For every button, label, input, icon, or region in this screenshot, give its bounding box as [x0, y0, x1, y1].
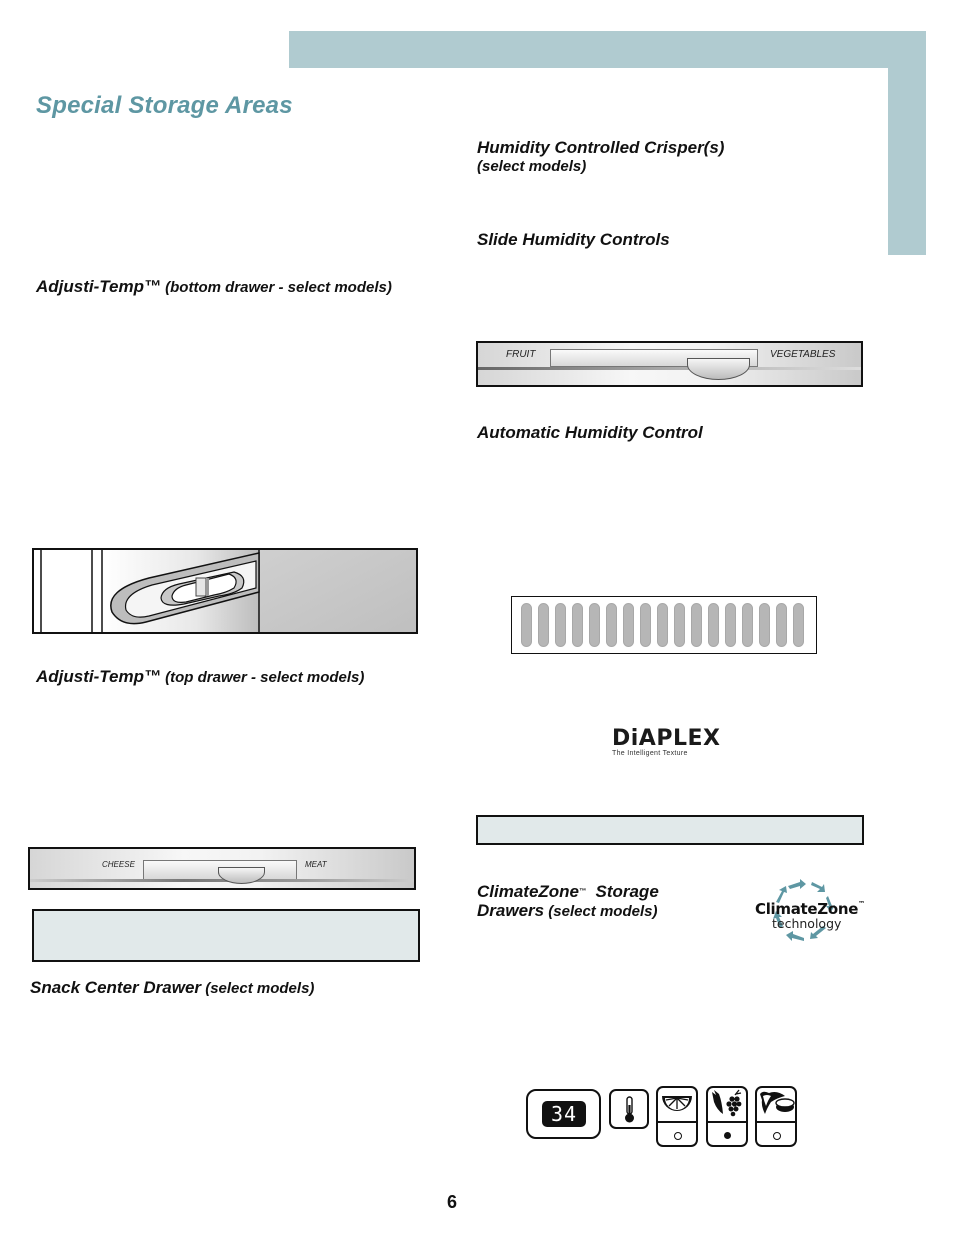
button-divider: [708, 1121, 746, 1123]
drawer-slider-graphic: [40, 550, 416, 632]
humidity-vent-illustration: [511, 596, 817, 654]
meat-cheese-mode-button[interactable]: [755, 1086, 797, 1147]
diaplex-tagline: The Intelligent Texture: [612, 750, 688, 757]
header-accent-bar: [289, 31, 926, 68]
adjusti-temp-bottom-illustration: [32, 548, 418, 634]
heading-text: ClimateZone: [477, 882, 580, 901]
heading-text: Adjusti-Temp: [36, 277, 144, 296]
snack-center-heading: Snack Center Drawer (select models): [30, 978, 430, 998]
vent-slot: [775, 603, 788, 647]
adjusti-temp-bottom-heading: Adjusti-Temp™ (bottom drawer - select mo…: [36, 277, 416, 297]
heading-text: Adjusti-Temp: [36, 667, 144, 686]
page-title: Special Storage Areas: [36, 92, 293, 119]
heading-text-line2: Drawers: [477, 901, 545, 920]
crisper-note-box: [476, 815, 864, 845]
vent-slot: [707, 603, 720, 647]
fruit-vegetables-slider-knob[interactable]: [687, 358, 750, 380]
diaplex-wordmark: DiAPLEX: [612, 726, 721, 751]
vent-slot: [605, 603, 618, 647]
heading-text: Humidity Controlled Crisper(s): [477, 138, 725, 157]
vent-slot: [758, 603, 771, 647]
vent-slot: [521, 603, 533, 647]
produce-icon: [712, 1089, 742, 1117]
logo-trademark: ™: [858, 900, 865, 908]
display-screen: 34: [542, 1101, 586, 1127]
vent-slot: [554, 603, 567, 647]
citrus-slice-icon: [662, 1096, 692, 1111]
trademark: ™: [143, 667, 161, 686]
indicator-on: [724, 1132, 731, 1139]
meat-cheese-icon: [760, 1091, 795, 1114]
automatic-humidity-heading: Automatic Humidity Control: [477, 423, 703, 442]
thermometer-icon: [625, 1096, 634, 1123]
vent-slot: [639, 603, 652, 647]
heading-subtext: (bottom drawer - select models): [160, 279, 392, 296]
vent-slot: [792, 603, 805, 647]
slide-humidity-heading: Slide Humidity Controls: [477, 230, 670, 249]
indicator-off: [674, 1132, 682, 1140]
vent-slot: [673, 603, 686, 647]
heading-text: Snack Center Drawer: [30, 978, 202, 997]
diaplex-logo: DiAPLEX The Intelligent Texture: [612, 726, 721, 758]
fruit-label: FRUIT: [506, 349, 536, 360]
slider-rail: [478, 367, 861, 370]
citrus-mode-button[interactable]: [656, 1086, 698, 1147]
climatezone-logo-sub: technology: [772, 916, 842, 931]
indicator-off: [773, 1132, 781, 1140]
heading-subtext: (top drawer - select models): [160, 669, 365, 686]
meat-label: MEAT: [305, 860, 327, 869]
vent-slot: [571, 603, 584, 647]
heading-subtext: (select models): [201, 980, 315, 997]
climatezone-heading: ClimateZone™ Storage Drawers (select mod…: [477, 882, 737, 921]
vent-slot: [741, 603, 754, 647]
vent-slot: [588, 603, 601, 647]
heading-subtext: (select models): [477, 158, 587, 175]
temperature-display: 34: [526, 1089, 601, 1139]
vent-slot: [724, 603, 737, 647]
adjusti-temp-top-heading: Adjusti-Temp™ (top drawer - select model…: [36, 667, 436, 687]
produce-mode-button[interactable]: [706, 1086, 748, 1147]
vent-slot: [656, 603, 669, 647]
trademark: ™: [143, 277, 161, 296]
vent-slots: [521, 603, 805, 647]
button-divider: [757, 1121, 795, 1123]
cheese-meat-slider-panel: CHEESE MEAT: [28, 847, 416, 890]
vent-slot: [622, 603, 635, 647]
vent-slot: [690, 603, 703, 647]
page-number: 6: [447, 1192, 458, 1212]
heading-text-tail: Storage: [586, 882, 659, 901]
vegetables-label: VEGETABLES: [770, 349, 836, 360]
side-accent-tab: [888, 31, 926, 255]
fruit-vegetables-slider-panel: FRUIT VEGETABLES: [476, 341, 863, 387]
heading-subtext: (select models): [544, 903, 658, 920]
climatezone-logo: ClimateZone™ technology: [748, 878, 868, 944]
cheese-label: CHEESE: [102, 860, 135, 869]
button-divider: [658, 1121, 696, 1123]
crisper-heading: Humidity Controlled Crisper(s) (select m…: [477, 138, 857, 176]
display-value: 34: [550, 1102, 578, 1126]
adjusti-temp-note-box: [32, 909, 420, 962]
trademark: ™: [579, 888, 587, 895]
vent-slot: [537, 603, 550, 647]
temperature-button[interactable]: [609, 1089, 649, 1129]
